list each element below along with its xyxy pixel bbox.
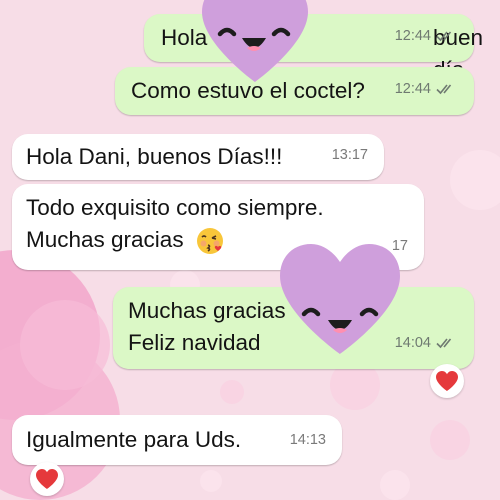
read-ticks-icon [436, 31, 452, 42]
message-time: 14:13 [289, 432, 326, 448]
message-bubble-incoming[interactable]: Igualmente para Uds. 14:13 [12, 415, 342, 465]
heart-icon [436, 371, 458, 391]
read-ticks-icon [436, 338, 452, 349]
message-meta: 13:17 [332, 139, 368, 171]
heart-face-sticker-icon [202, 0, 308, 82]
message-text: Hola Dani, buenos Días!!! [26, 144, 283, 169]
heart-icon [36, 469, 58, 489]
message-meta: 12:44 [395, 73, 458, 105]
message-time: 13:17 [331, 147, 368, 163]
message-text: Muchas gracias Feliz navidad [128, 298, 286, 355]
heart-face-sticker-icon [280, 244, 400, 354]
message-bubble-incoming[interactable]: Hola Dani, buenos Días!!! 13:17 [12, 134, 384, 180]
kissing-face-icon [196, 228, 223, 255]
read-ticks-icon [436, 84, 452, 95]
reaction-badge[interactable] [30, 462, 64, 496]
message-meta: 14:04 [395, 327, 458, 359]
message-time: 12:44 [394, 81, 431, 97]
chat-screen: { "colors": { "background": "#f7dde7", "… [0, 0, 500, 500]
message-text: Igualmente para Uds. [26, 427, 242, 452]
message-time: 12:44 [394, 28, 431, 44]
message-meta: 14:13 [290, 424, 326, 456]
message-meta: 12:44 [395, 20, 458, 52]
reaction-badge[interactable] [430, 364, 464, 398]
